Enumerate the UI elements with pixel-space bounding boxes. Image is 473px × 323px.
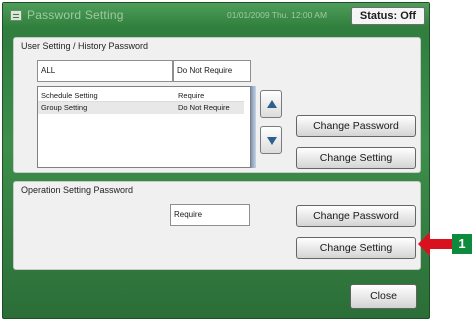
datetime-display: 01/01/2009 Thu. 12:00 AM [227,10,328,20]
operation-password-value: Require [174,210,203,219]
user-change-setting-button[interactable]: Change Setting [296,147,416,169]
scroll-down-button[interactable] [260,126,282,154]
user-setting-label: User Setting / History Password [21,41,149,51]
all-users-value-field[interactable]: Do Not Require [173,60,251,82]
list-scrollbar-thumb[interactable] [251,86,256,168]
window-title: Password Setting [27,8,124,22]
operation-setting-label: Operation Setting Password [21,185,134,195]
password-setting-window: Password Setting 01/01/2009 Thu. 12:00 A… [2,2,430,319]
status-badge: Status: Off [351,7,425,25]
list-item[interactable]: Group Setting Do Not Require [38,102,244,114]
operation-password-field[interactable]: Require [170,204,250,226]
operation-setting-panel: Operation Setting Password Require Chang… [13,181,421,270]
list-item[interactable]: Schedule Setting Require [38,90,244,102]
list-item-value: Require [178,91,205,100]
list-item-name: Group Setting [41,103,88,112]
arrow-down-icon [267,137,277,145]
operation-change-password-button[interactable]: Change Password [296,205,416,227]
operation-change-setting-button[interactable]: Change Setting [296,237,416,259]
user-setting-panel: User Setting / History Password ALL Do N… [13,37,421,173]
callout-number-badge: 1 [452,234,472,254]
list-item-value: Do Not Require [178,103,230,112]
callout-arrow-shape [418,232,452,256]
callout-arrow-icon [418,232,452,256]
all-users-value: Do Not Require [177,66,233,75]
all-users-name-field[interactable]: ALL [37,60,173,82]
all-users-name: ALL [41,66,56,75]
close-button[interactable]: Close [350,284,417,309]
keypad-icon [10,10,22,21]
scroll-up-button[interactable] [260,90,282,118]
user-setting-list: Schedule Setting Require Group Setting D… [37,86,251,168]
user-change-password-button[interactable]: Change Password [296,115,416,137]
arrow-up-icon [267,100,277,108]
title-bar: Password Setting 01/01/2009 Thu. 12:00 A… [3,3,429,29]
list-item-name: Schedule Setting [41,91,98,100]
